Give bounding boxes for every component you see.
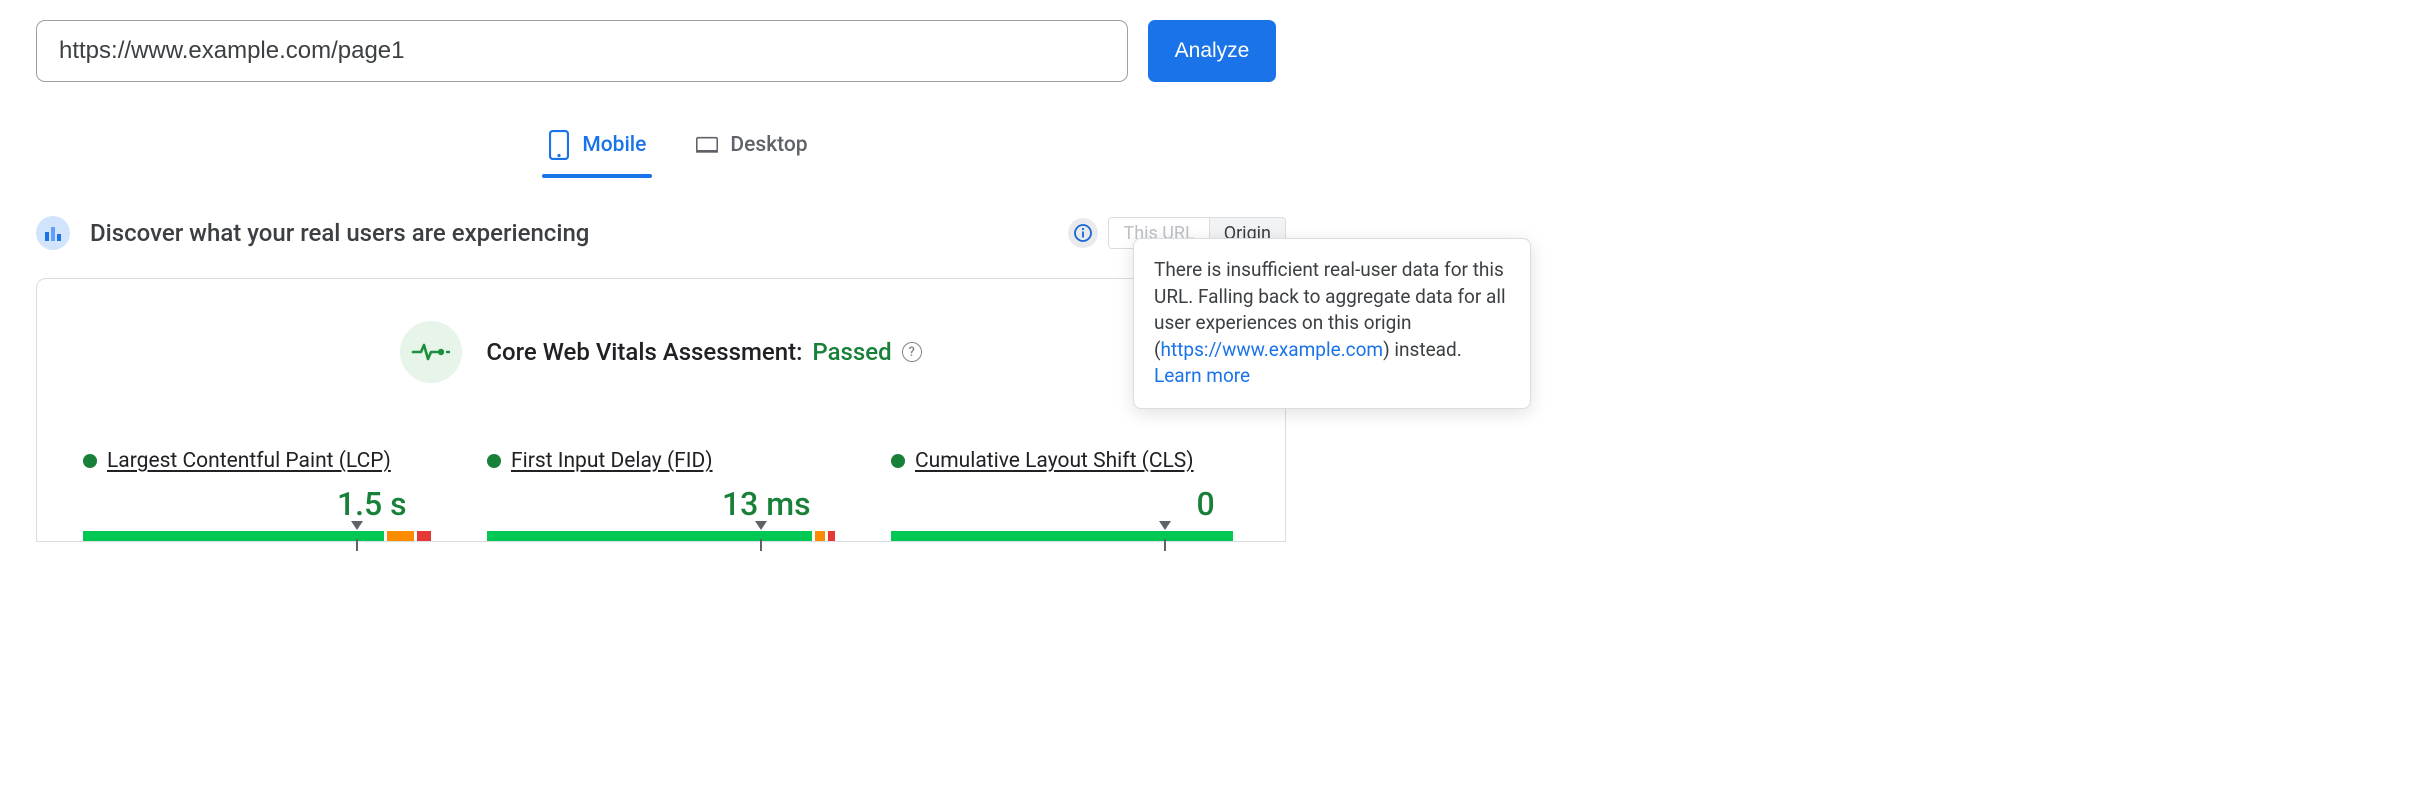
- section-header: Discover what your real users are experi…: [36, 216, 1286, 250]
- popover-origin-link[interactable]: https://www.example.com: [1161, 338, 1384, 361]
- status-dot-icon: [891, 454, 905, 468]
- vitals-card: Core Web Vitals Assessment: Passed ? Lar…: [36, 278, 1286, 542]
- tab-desktop-label: Desktop: [730, 133, 807, 157]
- metrics-row: Largest Contentful Paint (LCP) 1.5 s Fir…: [83, 449, 1239, 541]
- pulse-icon: [400, 321, 462, 383]
- analyze-button[interactable]: Analyze: [1148, 20, 1276, 82]
- tab-mobile-label: Mobile: [582, 133, 646, 157]
- insufficient-data-popover: There is insufficient real-user data for…: [1133, 238, 1531, 409]
- metric-fid-name[interactable]: First Input Delay (FID): [511, 449, 713, 473]
- popover-text-post: ) instead.: [1383, 338, 1462, 361]
- metric-lcp-bar: [83, 531, 431, 541]
- info-icon[interactable]: [1068, 218, 1098, 248]
- status-dot-icon: [487, 454, 501, 468]
- pointer-icon: [351, 521, 363, 530]
- tab-mobile[interactable]: Mobile: [546, 124, 648, 174]
- desktop-icon: [696, 130, 718, 160]
- help-icon[interactable]: ?: [902, 342, 922, 362]
- metric-fid-value: 13 ms: [487, 485, 811, 523]
- pointer-icon: [755, 521, 767, 530]
- tab-desktop[interactable]: Desktop: [694, 124, 809, 174]
- url-input[interactable]: [36, 20, 1128, 82]
- popover-learn-more-link[interactable]: Learn more: [1154, 364, 1250, 387]
- cwv-assessment-row: Core Web Vitals Assessment: Passed ?: [83, 321, 1239, 383]
- section-title: Discover what your real users are experi…: [90, 219, 589, 247]
- cwv-label: Core Web Vitals Assessment:: [486, 338, 802, 366]
- pointer-icon: [1159, 521, 1171, 530]
- status-dot-icon: [83, 454, 97, 468]
- metric-lcp: Largest Contentful Paint (LCP) 1.5 s: [83, 449, 431, 541]
- metric-fid-bar: [487, 531, 835, 541]
- metric-cls: Cumulative Layout Shift (CLS) 0: [891, 449, 1239, 541]
- device-tabs: Mobile Desktop: [36, 124, 1320, 174]
- metric-cls-value: 0: [891, 485, 1215, 523]
- cwv-status: Passed: [812, 338, 891, 366]
- metric-fid: First Input Delay (FID) 13 ms: [487, 449, 835, 541]
- metric-lcp-name[interactable]: Largest Contentful Paint (LCP): [107, 449, 391, 473]
- metric-lcp-value: 1.5 s: [83, 485, 407, 523]
- metric-cls-bar: [891, 531, 1239, 541]
- url-bar-row: Analyze: [36, 20, 2376, 82]
- metric-cls-name[interactable]: Cumulative Layout Shift (CLS): [915, 449, 1194, 473]
- mobile-icon: [548, 130, 570, 160]
- crux-icon: [36, 216, 70, 250]
